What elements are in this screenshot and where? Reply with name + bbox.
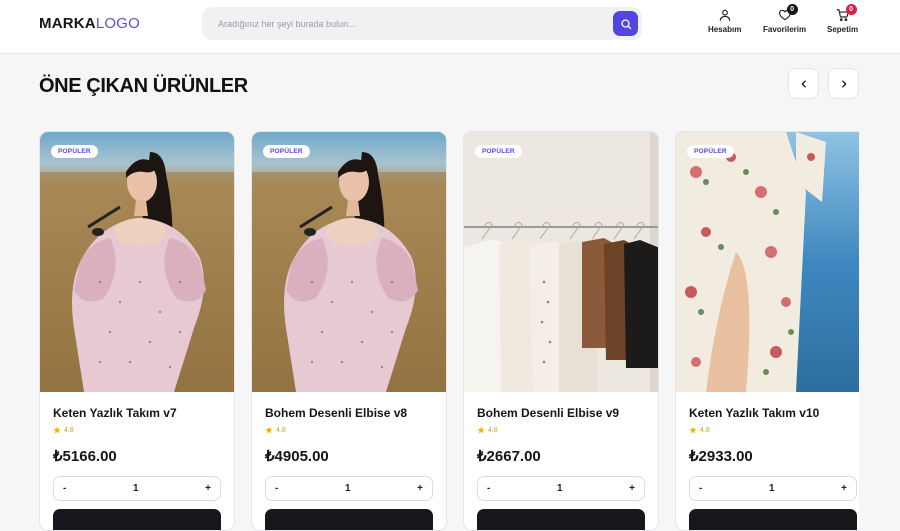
section-title: ÖNE ÇIKAN ÜRÜNLER — [39, 75, 248, 97]
favorites-label: Favorilerim — [763, 25, 807, 34]
product-name[interactable]: Keten Yazlık Takım v10 — [689, 406, 819, 420]
popular-badge: POPÜLER — [51, 145, 98, 158]
product-price: ₺2667.00 — [477, 448, 541, 465]
product-price: ₺5166.00 — [53, 448, 117, 465]
account-label: Hesabım — [708, 25, 742, 34]
product-name[interactable]: Keten Yazlık Takım v7 — [53, 406, 177, 420]
favorites-button[interactable]: 0 Favorilerim — [763, 4, 807, 34]
product-card[interactable]: POPÜLER Keten Yazlık Takım v7 4.8 ₺5166.… — [39, 131, 235, 531]
quantity-stepper: - 1 + — [265, 476, 433, 501]
add-to-cart-button[interactable] — [689, 509, 857, 530]
cart-label: Sepetim — [827, 25, 859, 34]
product-rating: 4.8 — [265, 426, 286, 434]
product-price: ₺4905.00 — [265, 448, 329, 465]
cart-button[interactable]: 0 Sepetim — [827, 4, 859, 34]
star-icon — [53, 426, 61, 434]
star-icon — [477, 426, 485, 434]
add-to-cart-button[interactable] — [53, 509, 221, 530]
search-button[interactable] — [613, 11, 638, 36]
product-card[interactable]: POPÜLER Bohem Desenli Elbise v8 4.8 ₺490… — [251, 131, 447, 531]
logo-accent-text: LOGO — [95, 15, 140, 32]
product-image[interactable]: POPÜLER — [464, 132, 658, 392]
site-header: MARKALOGO Hesabım 0 Favorilerim 0 Sepeti… — [0, 0, 900, 54]
quantity-value: 1 — [556, 483, 563, 494]
product-rating: 4.8 — [477, 426, 498, 434]
cart-count-badge: 0 — [845, 4, 857, 15]
product-photo-floral-dress — [676, 132, 859, 392]
product-image[interactable]: POPÜLER — [252, 132, 446, 392]
product-photo-woman-pink-dress — [40, 132, 234, 392]
chevron-left-icon — [801, 79, 806, 88]
account-button[interactable]: Hesabım — [708, 8, 741, 34]
search-input[interactable] — [218, 15, 598, 32]
quantity-value: 1 — [768, 483, 775, 494]
carousel-next-button[interactable] — [828, 68, 859, 99]
product-price: ₺2933.00 — [689, 448, 753, 465]
popular-badge: POPÜLER — [263, 145, 310, 158]
carousel-prev-button[interactable] — [788, 68, 819, 99]
star-icon — [265, 426, 273, 434]
add-to-cart-button[interactable] — [477, 509, 645, 530]
quantity-value: 1 — [132, 483, 139, 494]
product-name[interactable]: Bohem Desenli Elbise v8 — [265, 406, 407, 420]
product-photo-woman-pink-dress — [252, 132, 446, 392]
rating-value: 4.8 — [64, 426, 74, 434]
search-bar — [202, 7, 642, 40]
product-image[interactable]: POPÜLER — [40, 132, 234, 392]
quantity-value: 1 — [344, 483, 351, 494]
quantity-stepper: - 1 + — [53, 476, 221, 501]
product-card[interactable]: POPÜLER Keten Yazlık Takım v10 4.8 ₺2933… — [675, 131, 859, 531]
product-card[interactable]: POPÜLER Bohem Desenli Elbise v9 4.8 ₺266… — [463, 131, 659, 531]
rating-value: 4.8 — [700, 426, 710, 434]
quantity-decrease-button[interactable]: - — [275, 483, 278, 494]
chevron-right-icon — [841, 79, 846, 88]
product-photo-clothes-rack — [464, 132, 658, 392]
quantity-increase-button[interactable]: + — [205, 483, 211, 494]
add-to-cart-button[interactable] — [265, 509, 433, 530]
rating-value: 4.8 — [276, 426, 286, 434]
favorites-count-badge: 0 — [786, 4, 798, 15]
brand-logo[interactable]: MARKALOGO — [39, 15, 140, 32]
star-icon — [689, 426, 697, 434]
quantity-stepper: - 1 + — [477, 476, 645, 501]
quantity-increase-button[interactable]: + — [629, 483, 635, 494]
quantity-decrease-button[interactable]: - — [487, 483, 490, 494]
quantity-decrease-button[interactable]: - — [699, 483, 702, 494]
rating-value: 4.8 — [488, 426, 498, 434]
quantity-increase-button[interactable]: + — [417, 483, 423, 494]
quantity-increase-button[interactable]: + — [841, 483, 847, 494]
search-icon — [620, 18, 631, 29]
product-name[interactable]: Bohem Desenli Elbise v9 — [477, 406, 619, 420]
product-rating: 4.8 — [53, 426, 74, 434]
product-image[interactable]: POPÜLER — [676, 132, 859, 392]
quantity-decrease-button[interactable]: - — [63, 483, 66, 494]
quantity-stepper: - 1 + — [689, 476, 857, 501]
logo-bold-text: MARKA — [39, 15, 96, 32]
popular-badge: POPÜLER — [687, 145, 734, 158]
popular-badge: POPÜLER — [475, 145, 522, 158]
user-icon — [719, 9, 730, 21]
product-rating: 4.8 — [689, 426, 710, 434]
